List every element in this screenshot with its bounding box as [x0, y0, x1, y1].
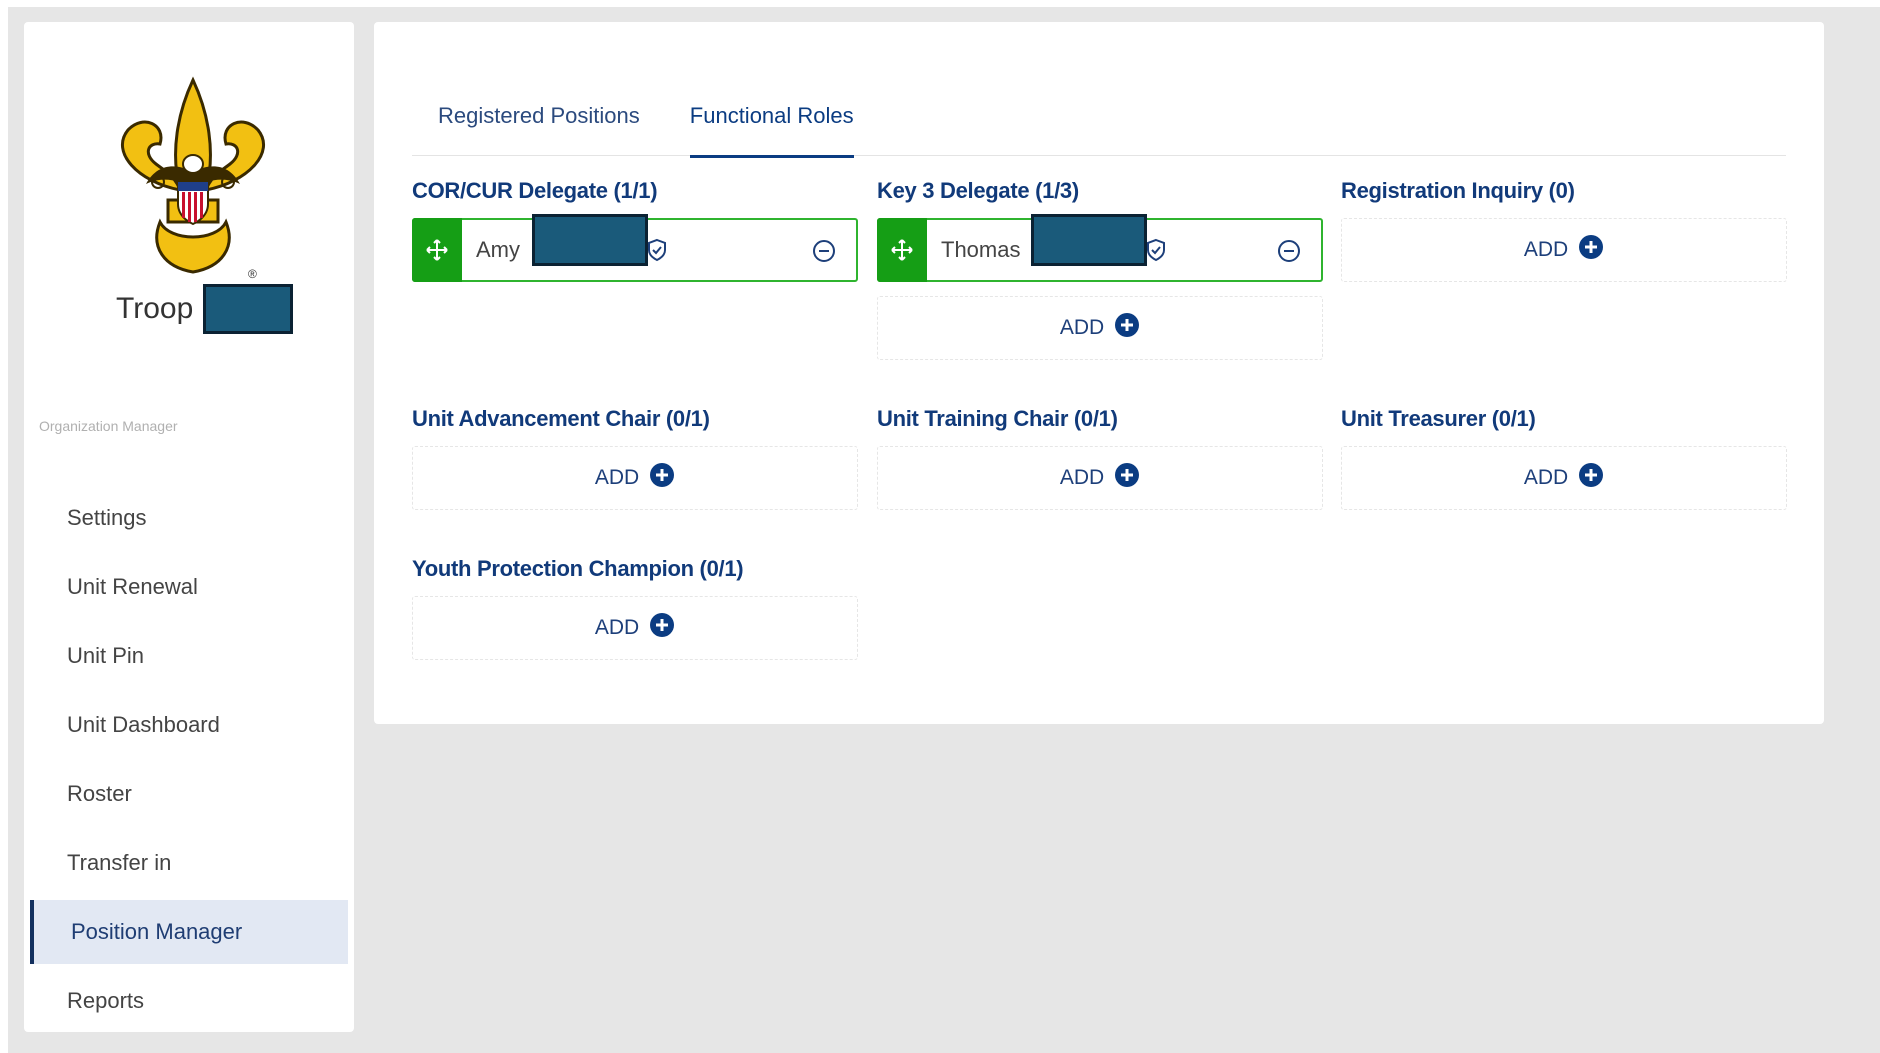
assigned-person-card[interactable]: Amy	[412, 214, 858, 282]
section-caption: Organization Manager	[39, 418, 178, 434]
add-person-button[interactable]: ADD	[412, 446, 858, 510]
add-label: ADD	[594, 616, 640, 639]
add-label: ADD	[1523, 238, 1569, 261]
person-name: Thomas	[941, 237, 1021, 262]
role-title: Key 3 Delegate (1/3)	[877, 178, 1079, 203]
troop-header: Troop	[116, 284, 294, 334]
minus-circle-icon[interactable]	[1277, 239, 1301, 268]
tab-registered-positions[interactable]: Registered Positions	[438, 77, 640, 155]
tab-functional-roles[interactable]: Functional Roles	[689, 77, 854, 158]
person-name: Amy	[476, 237, 520, 262]
role-title: Unit Advancement Chair (0/1)	[412, 406, 710, 431]
main-panel: Registered Positions Functional Roles CO…	[374, 22, 1824, 724]
plus-circle-icon	[649, 612, 675, 644]
add-person-button[interactable]: ADD	[1341, 218, 1787, 282]
bsa-logo: ®	[98, 72, 288, 302]
add-label: ADD	[1523, 466, 1569, 489]
svg-text:®: ®	[248, 267, 257, 281]
role-title: Unit Treasurer (0/1)	[1341, 406, 1536, 431]
shield-check-icon	[646, 238, 668, 267]
tab-bar: Registered Positions Functional Roles	[412, 77, 1786, 158]
redacted-troop-number	[203, 284, 294, 334]
assigned-person-card[interactable]: Thomas	[877, 214, 1323, 282]
redacted-last-name	[532, 214, 648, 266]
role-key-3-delegate: Key 3 Delegate (1/3) Thomas ADD	[877, 178, 1323, 360]
add-person-button[interactable]: ADD	[1341, 446, 1787, 510]
sidebar: ® Troop Organization Manager Settings Un…	[24, 22, 354, 1032]
sidebar-item-unit-renewal[interactable]: Unit Renewal	[24, 555, 354, 619]
plus-circle-icon	[1578, 234, 1604, 266]
move-arrows-icon[interactable]	[412, 218, 462, 282]
sidebar-item-reports[interactable]: Reports	[24, 969, 354, 1033]
role-youth-protection-champion: Youth Protection Champion (0/1) ADD	[412, 556, 858, 660]
role-unit-training-chair: Unit Training Chair (0/1) ADD	[877, 406, 1323, 510]
sidebar-item-unit-dashboard[interactable]: Unit Dashboard	[24, 693, 354, 757]
role-unit-treasurer: Unit Treasurer (0/1) ADD	[1341, 406, 1787, 510]
sidebar-item-transfer-in[interactable]: Transfer in	[24, 831, 354, 895]
role-title: Unit Training Chair (0/1)	[877, 406, 1118, 431]
plus-circle-icon	[1578, 462, 1604, 494]
role-registration-inquiry: Registration Inquiry (0) ADD	[1341, 178, 1787, 282]
role-title: Youth Protection Champion (0/1)	[412, 556, 744, 581]
role-cor-cur-delegate: COR/CUR Delegate (1/1) Amy	[412, 178, 858, 282]
sidebar-nav: Settings Unit Renewal Unit Pin Unit Dash…	[24, 486, 354, 1038]
sidebar-item-roster[interactable]: Roster	[24, 762, 354, 826]
role-unit-advancement-chair: Unit Advancement Chair (0/1) ADD	[412, 406, 858, 510]
sidebar-item-settings[interactable]: Settings	[24, 486, 354, 550]
plus-circle-icon	[649, 462, 675, 494]
move-arrows-icon[interactable]	[877, 218, 927, 282]
minus-circle-icon[interactable]	[812, 239, 836, 268]
add-label: ADD	[594, 466, 640, 489]
add-label: ADD	[1059, 466, 1105, 489]
add-person-button[interactable]: ADD	[412, 596, 858, 660]
add-person-button[interactable]: ADD	[877, 446, 1323, 510]
plus-circle-icon	[1114, 312, 1140, 344]
add-label: ADD	[1059, 316, 1105, 339]
shield-check-icon	[1145, 238, 1167, 267]
add-person-button[interactable]: ADD	[877, 296, 1323, 360]
sidebar-item-unit-pin[interactable]: Unit Pin	[24, 624, 354, 688]
plus-circle-icon	[1114, 462, 1140, 494]
redacted-last-name	[1031, 214, 1147, 266]
role-title: COR/CUR Delegate (1/1)	[412, 178, 658, 203]
role-title: Registration Inquiry (0)	[1341, 178, 1575, 203]
troop-label: Troop	[116, 292, 194, 325]
sidebar-item-position-manager[interactable]: Position Manager	[30, 900, 348, 964]
